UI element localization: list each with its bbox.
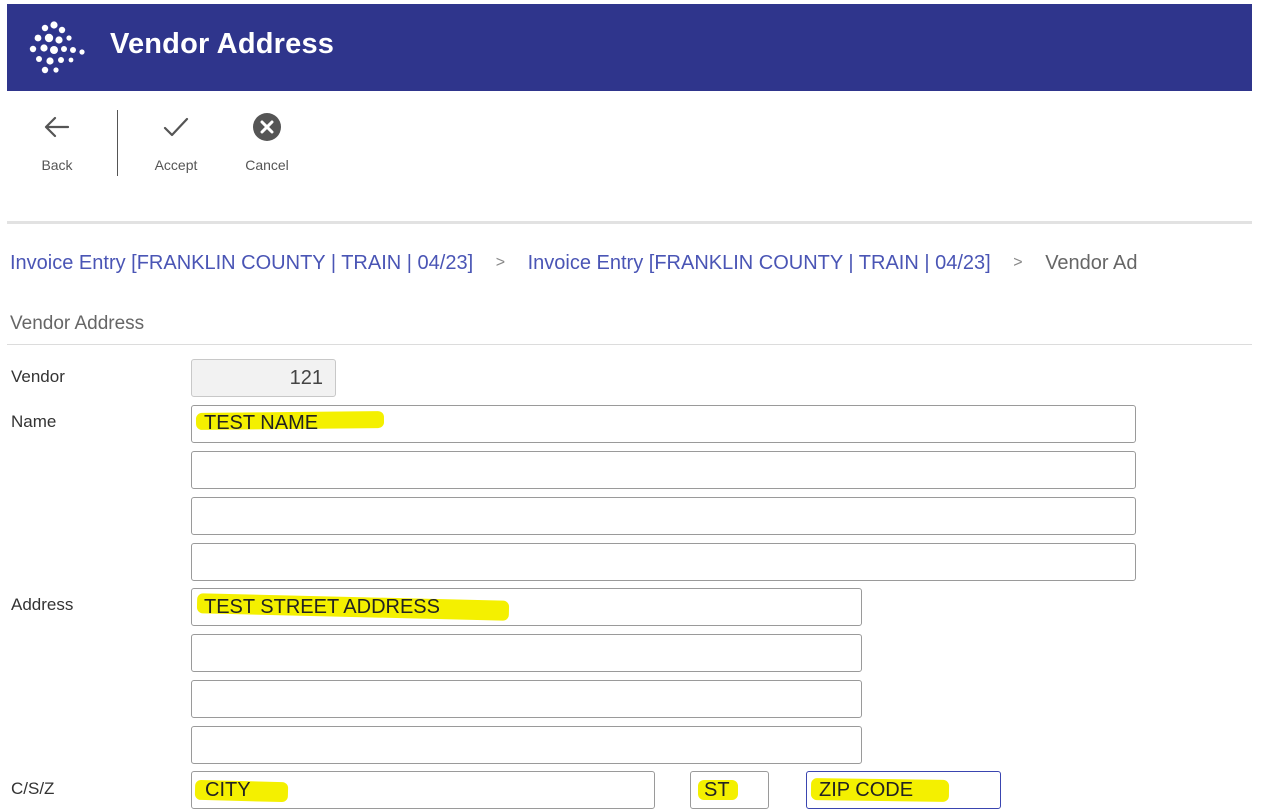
breadcrumb-separator: >: [495, 254, 506, 271]
name-line-1-field[interactable]: [191, 405, 1136, 443]
state-field[interactable]: [690, 771, 769, 809]
vendor-number-field: [191, 359, 336, 397]
address-line-1-field[interactable]: [191, 588, 862, 626]
cancel-button[interactable]: Cancel: [222, 111, 312, 181]
name-line-4-field[interactable]: [191, 543, 1136, 581]
zip-field[interactable]: [806, 771, 1001, 809]
vendor-label: Vendor: [11, 367, 65, 386]
breadcrumb-item-invoice-entry-2[interactable]: Invoice Entry [FRANKLIN COUNTY | TRAIN |…: [528, 252, 991, 274]
name-line-2-field[interactable]: [191, 451, 1136, 489]
address-line-2-field[interactable]: [191, 634, 862, 672]
city-field[interactable]: [191, 771, 655, 809]
breadcrumb: Invoice Entry [FRANKLIN COUNTY | TRAIN |…: [10, 252, 1240, 275]
name-label: Name: [11, 412, 57, 431]
cancel-circle-x-icon: [253, 113, 281, 141]
breadcrumb-item-invoice-entry-1[interactable]: Invoice Entry [FRANKLIN COUNTY | TRAIN |…: [10, 252, 473, 274]
arrow-left-icon: [44, 116, 70, 138]
checkmark-icon: [163, 117, 189, 137]
toolbar: Back Accept Cancel: [7, 91, 1252, 224]
toolbar-divider: [117, 110, 118, 176]
address-line-4-field[interactable]: [191, 726, 862, 764]
breadcrumb-separator: >: [1013, 254, 1023, 271]
cancel-label: Cancel: [245, 157, 289, 173]
section-divider: [7, 344, 1252, 345]
name-line-3-field[interactable]: [191, 497, 1136, 535]
address-line-3-field[interactable]: [191, 680, 862, 718]
back-button[interactable]: Back: [12, 111, 102, 181]
section-title: Vendor Address: [10, 313, 145, 334]
dot-cluster-logo-icon: [29, 21, 85, 74]
csz-label: C/S/Z: [11, 779, 55, 798]
accept-label: Accept: [154, 157, 198, 173]
back-label: Back: [41, 157, 73, 173]
accept-button[interactable]: Accept: [131, 111, 221, 181]
breadcrumb-current: Vendor Ad: [1045, 252, 1138, 274]
title-bar: Vendor Address: [7, 4, 1252, 91]
address-label: Address: [11, 595, 74, 614]
page-title: Vendor Address: [110, 28, 335, 60]
